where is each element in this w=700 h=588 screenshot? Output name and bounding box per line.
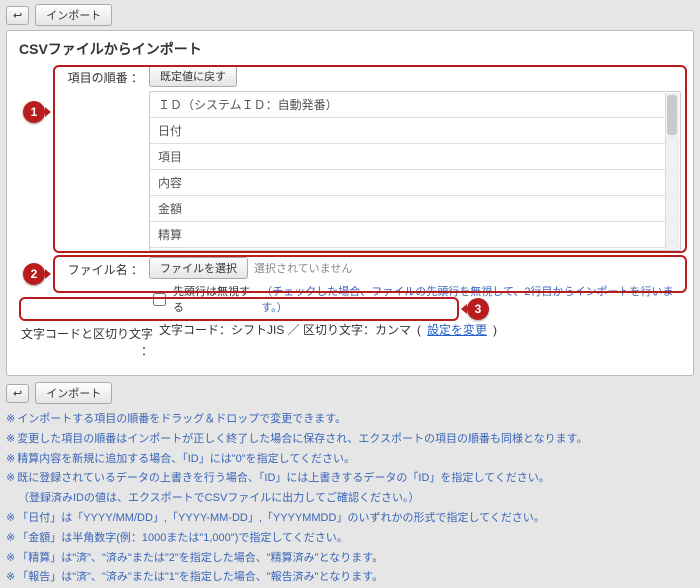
note-line: ※「精算」は"済"、"済み"または"2"を指定した場合、"精算済み"となります。: [6, 549, 694, 569]
panel-title: CSVファイルからインポート: [19, 39, 681, 59]
skip-first-row-label: 先頭行は無視する: [173, 283, 257, 315]
scrollbar-thumb[interactable]: [667, 95, 677, 135]
scrollbar[interactable]: [665, 93, 679, 249]
choose-file-button[interactable]: ファイルを選択: [149, 257, 248, 279]
list-item[interactable]: 日付: [150, 118, 680, 144]
order-label: 項目の順番 ：: [19, 65, 149, 86]
import-button-top[interactable]: インポート: [35, 4, 112, 26]
list-item[interactable]: 精算: [150, 222, 680, 248]
callout-1: 1: [23, 101, 45, 123]
notes: ※インポートする項目の順番をドラッグ＆ドロップで変更できます。 ※変更した項目の…: [6, 410, 694, 588]
skip-first-row-checkbox[interactable]: [153, 293, 166, 306]
back-button[interactable]: ↩: [6, 6, 29, 25]
reset-order-button[interactable]: 既定値に戻す: [149, 65, 237, 87]
list-item[interactable]: 金額: [150, 196, 680, 222]
callout-3: 3: [467, 298, 489, 320]
note-line: ※変更した項目の順番はインポートが正しく終了した場合に保存され、エクスポートの項…: [6, 430, 694, 450]
file-status: 選択されていません: [254, 260, 352, 276]
import-panel: CSVファイルからインポート 1 2 3 .callout[data-name=…: [6, 30, 694, 376]
note-line: ※インポートする項目の順番をドラッグ＆ドロップで変更できます。: [6, 410, 694, 430]
field-order-list[interactable]: ＩＤ（システムＩＤ：自動発番） 日付 項目 内容 金額 精算 報告: [149, 91, 681, 251]
list-item[interactable]: 報告: [150, 248, 680, 251]
back-icon: ↩: [13, 9, 22, 22]
list-item[interactable]: 項目: [150, 144, 680, 170]
note-line: ※「日付」は「YYYY/MM/DD」,「YYYY-MM-DD」,「YYYYMMD…: [6, 509, 694, 529]
note-line: （登録済みIDの値は、エクスポートでCSVファイルに出力してご確認ください。）: [6, 489, 694, 509]
list-item[interactable]: 内容: [150, 170, 680, 196]
callout-2: 2: [23, 263, 45, 285]
list-item[interactable]: ＩＤ（システムＩＤ：自動発番）: [150, 92, 680, 118]
note-line: ※精算内容を新規に追加する場合、「ID」には"0"を指定してください。: [6, 450, 694, 470]
note-line: ※「報告」は"済"、"済み"または"1"を指定した場合、"報告済み"となります。: [6, 568, 694, 588]
note-line: ※既に登録されているデータの上書きを行う場合、「ID」には上書きするデータの「I…: [6, 469, 694, 489]
import-button-bottom[interactable]: インポート: [35, 382, 112, 404]
back-button-bottom[interactable]: ↩: [6, 384, 29, 403]
note-line: ※「金額」は半角数字(例：1000または"1,000")で指定してください。: [6, 529, 694, 549]
change-encoding-link[interactable]: 設定を変更: [427, 321, 487, 338]
encoding-value: 文字コード：シフトJIS ／ 区切り文字：カンマ: [159, 321, 411, 338]
back-icon: ↩: [13, 387, 22, 400]
encoding-label: 文字コードと区切り文字 ：: [19, 321, 159, 359]
